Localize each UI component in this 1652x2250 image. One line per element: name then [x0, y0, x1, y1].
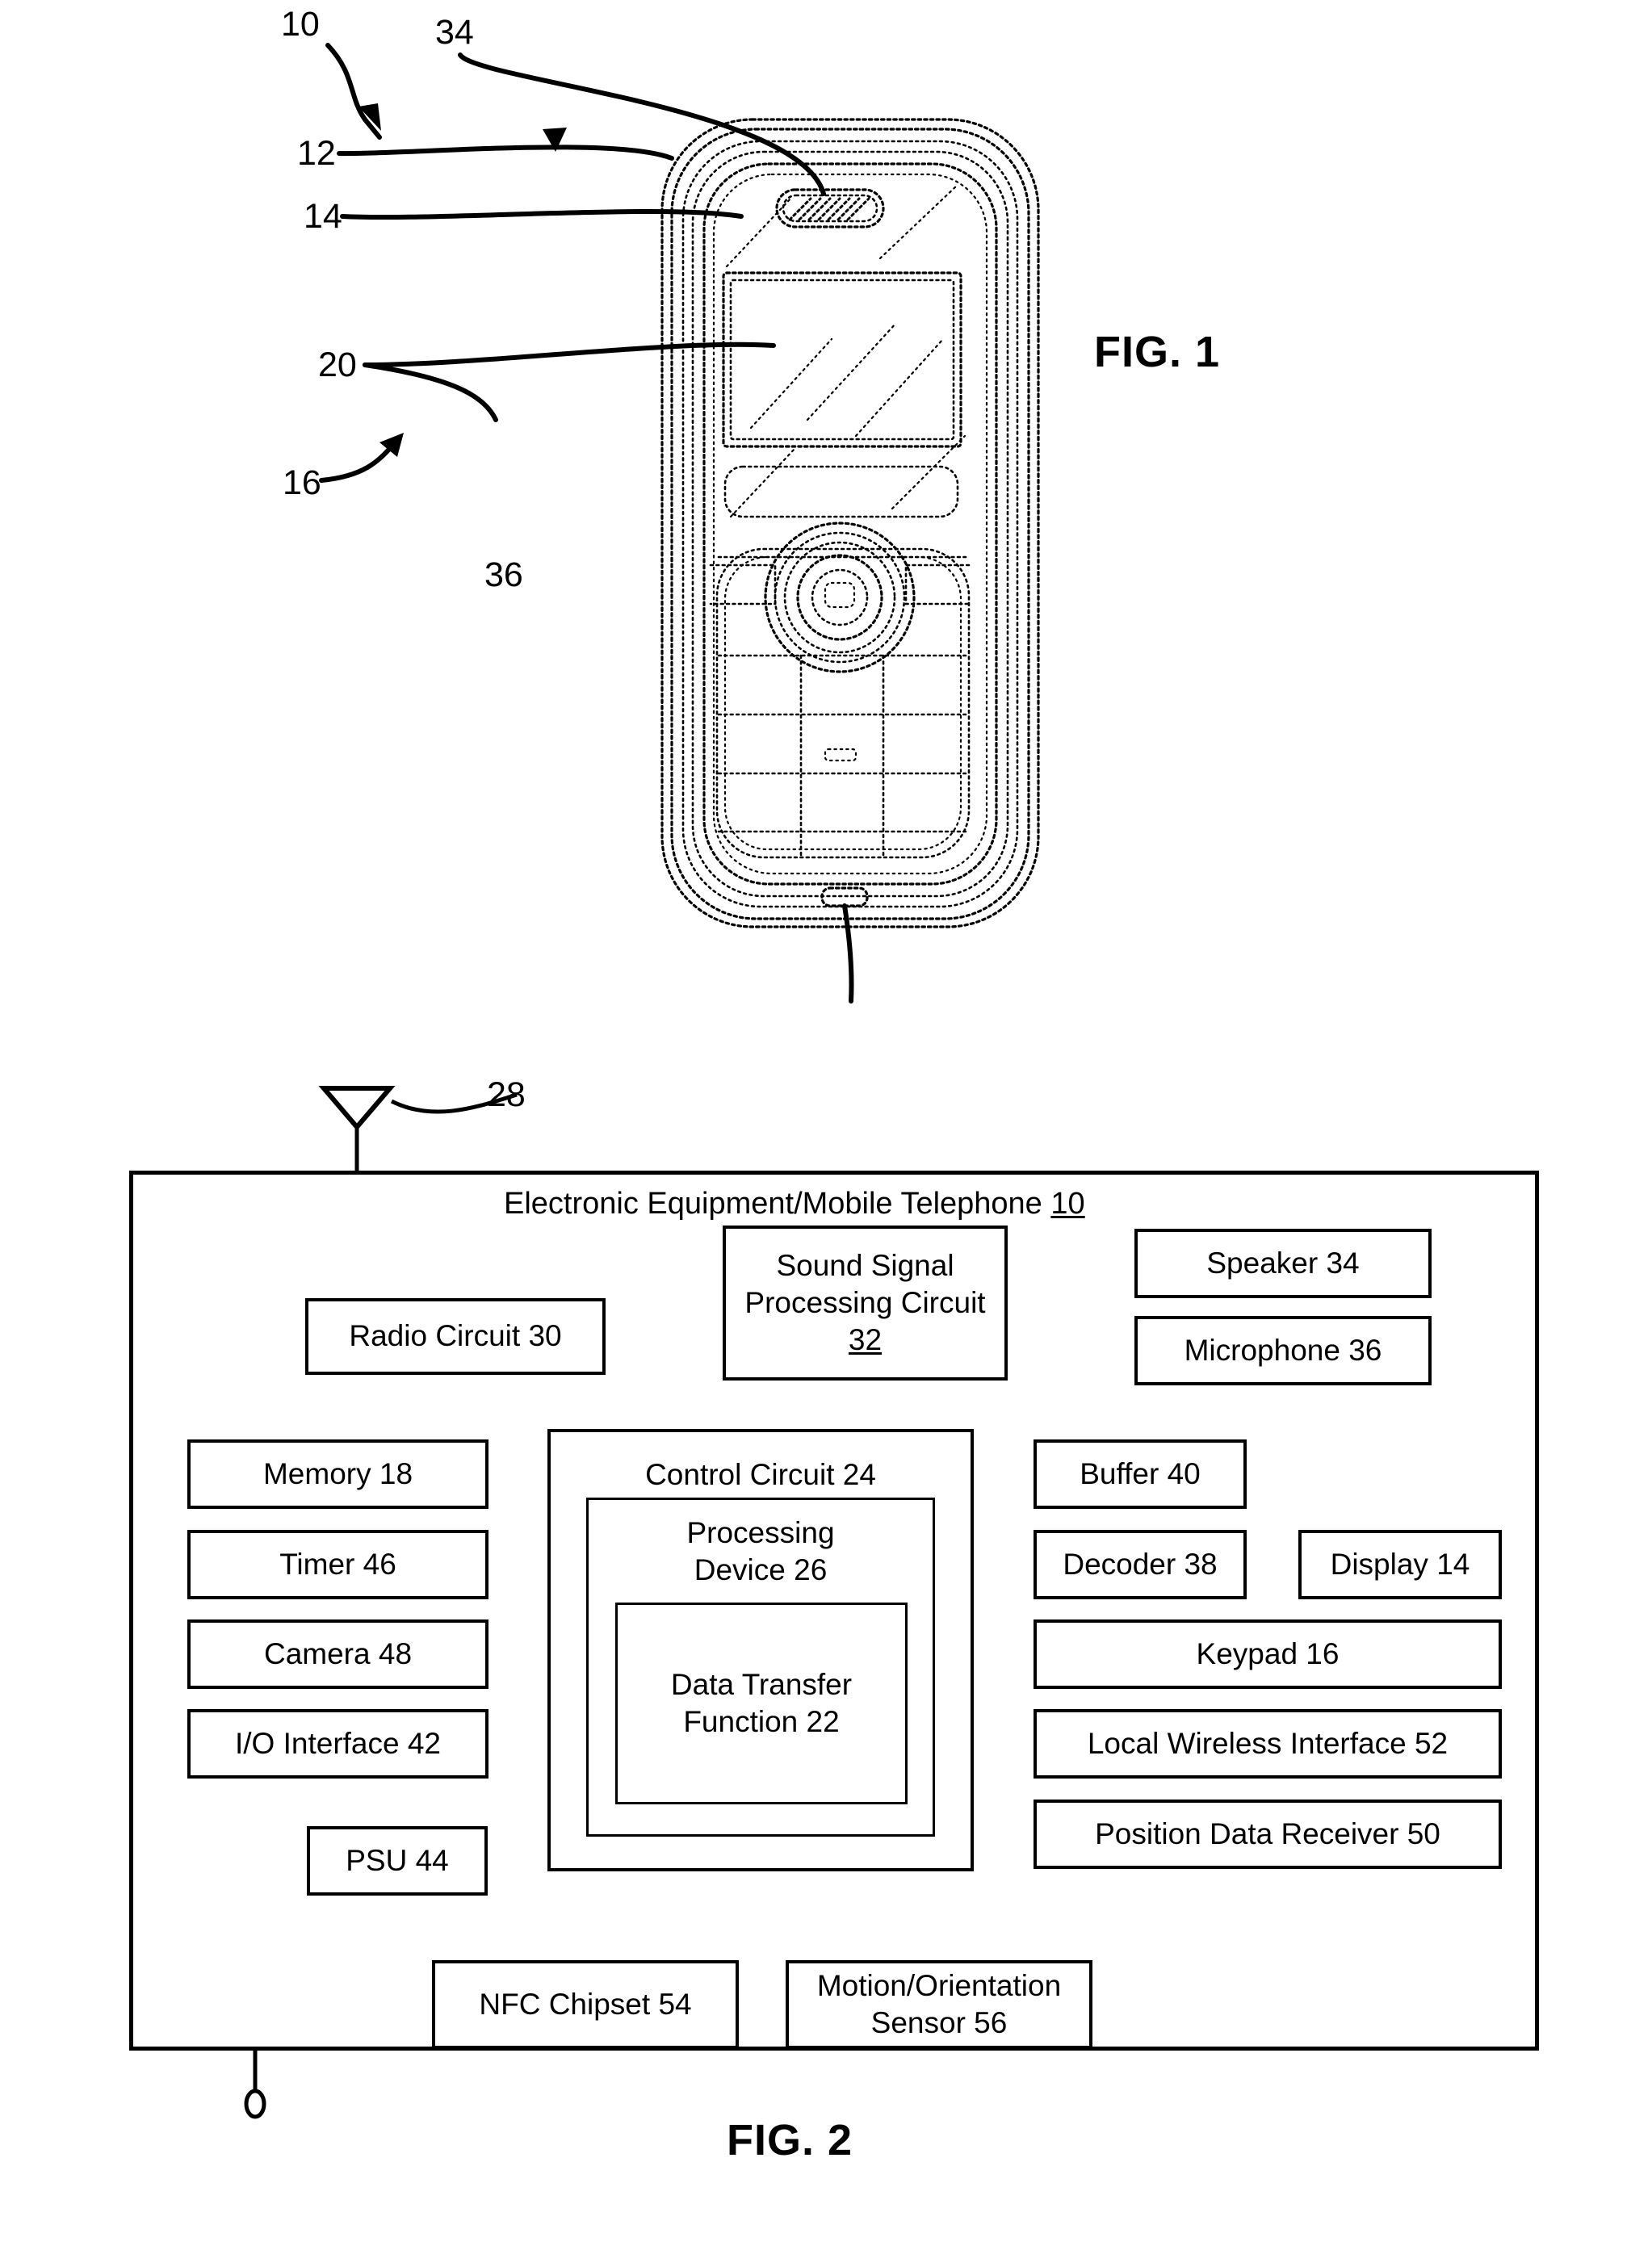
- fig2-caption: FIG. 2: [727, 2116, 853, 2164]
- block-keypad[interactable]: Keypad 16: [1034, 1619, 1502, 1689]
- block-local-wireless-interface[interactable]: Local Wireless Interface 52: [1034, 1709, 1502, 1779]
- block-speaker[interactable]: Speaker 34: [1134, 1229, 1432, 1298]
- block-io-interface[interactable]: I/O Interface 42: [187, 1709, 488, 1779]
- fig2-enclosure-title-text: Electronic Equipment/Mobile Telephone: [504, 1187, 1042, 1221]
- block-sound-line1: Sound Signal: [776, 1248, 954, 1282]
- block-processing-device-line1: Processing: [686, 1516, 835, 1549]
- block-processing-device-line2: Device 26: [694, 1553, 828, 1587]
- block-microphone[interactable]: Microphone 36: [1134, 1316, 1432, 1385]
- block-control-circuit-label: Control Circuit 24: [645, 1458, 876, 1491]
- patent-drawing-sheet: .dotline { fill:none; stroke:#000; strok…: [0, 0, 1652, 2250]
- block-data-transfer-function[interactable]: Data Transfer Function 22: [615, 1603, 908, 1804]
- block-timer[interactable]: Timer 46: [187, 1530, 488, 1599]
- fig2-enclosure-title: Electronic Equipment/Mobile Telephone 10: [504, 1187, 1085, 1221]
- block-radio-circuit[interactable]: Radio Circuit 30: [305, 1298, 606, 1375]
- fig2-enclosure-title-num: 10: [1050, 1187, 1085, 1221]
- block-motion-orientation-sensor[interactable]: Motion/Orientation Sensor 56: [786, 1960, 1092, 2049]
- block-position-data-label: Position Data Receiver 50: [1095, 1816, 1440, 1850]
- block-local-wireless-label: Local Wireless Interface 52: [1087, 1726, 1449, 1760]
- block-motion-line1: Motion/Orientation: [816, 1968, 1062, 2002]
- block-display-label: Display 14: [1330, 1547, 1470, 1581]
- block-sound-line2: Processing Circuit: [744, 1285, 986, 1319]
- block-processing-device-label-wrap: Processing Device 26: [586, 1515, 935, 1590]
- block-speaker-label: Speaker 34: [1206, 1246, 1360, 1280]
- block-psu[interactable]: PSU 44: [307, 1826, 488, 1896]
- block-decoder-label: Decoder 38: [1063, 1547, 1218, 1581]
- block-io-interface-label: I/O Interface 42: [234, 1726, 442, 1760]
- block-data-transfer-line1: Data Transfer: [670, 1667, 853, 1701]
- block-motion-line2: Sensor 56: [870, 2006, 1008, 2039]
- block-display[interactable]: Display 14: [1298, 1530, 1502, 1599]
- block-radio-circuit-label: Radio Circuit 30: [349, 1319, 562, 1353]
- block-data-transfer-line2: Function 22: [683, 1705, 840, 1738]
- block-buffer-label: Buffer 40: [1080, 1456, 1201, 1490]
- block-position-data-receiver[interactable]: Position Data Receiver 50: [1034, 1800, 1502, 1869]
- block-psu-label: PSU 44: [346, 1843, 449, 1877]
- block-memory[interactable]: Memory 18: [187, 1439, 488, 1509]
- block-control-circuit-label-wrap: Control Circuit 24: [547, 1456, 974, 1494]
- block-camera-label: Camera 48: [263, 1636, 413, 1670]
- block-sound-signal-processing-circuit[interactable]: Sound Signal Processing Circuit 32: [723, 1226, 1008, 1381]
- block-sound-line3: 32: [848, 1323, 883, 1357]
- block-buffer[interactable]: Buffer 40: [1034, 1439, 1247, 1509]
- block-keypad-label: Keypad 16: [1196, 1636, 1340, 1670]
- block-memory-label: Memory 18: [262, 1456, 413, 1490]
- block-microphone-label: Microphone 36: [1184, 1333, 1382, 1367]
- block-decoder[interactable]: Decoder 38: [1034, 1530, 1247, 1599]
- block-nfc-chipset-label: NFC Chipset 54: [479, 1987, 692, 2021]
- block-nfc-chipset[interactable]: NFC Chipset 54: [432, 1960, 739, 2049]
- block-camera[interactable]: Camera 48: [187, 1619, 488, 1689]
- ref-numeral-28: 28: [487, 1075, 526, 1114]
- block-timer-label: Timer 46: [279, 1547, 396, 1581]
